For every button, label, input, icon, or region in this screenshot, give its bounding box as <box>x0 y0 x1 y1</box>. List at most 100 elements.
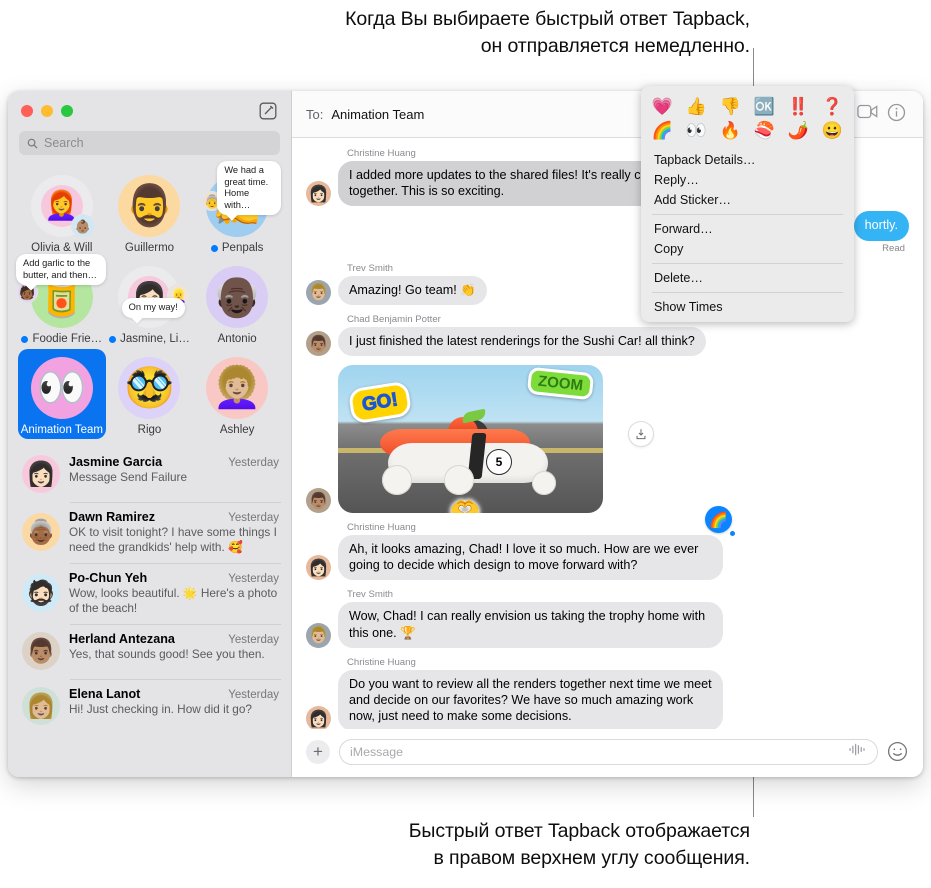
pinned-label: Rigo <box>138 424 162 436</box>
tapback-option-6[interactable]: 😀 <box>820 122 845 139</box>
search-input[interactable]: Search <box>19 131 280 155</box>
context-menu-separator <box>652 292 843 293</box>
info-icon[interactable] <box>887 103 909 125</box>
message-column: Trev Smith Amazing! Go team! 👏 <box>334 262 487 306</box>
tapback-option-5[interactable]: 🌶️ <box>786 122 811 139</box>
wheel-rear <box>532 471 556 496</box>
pinned-conversation-9[interactable]: 👩🏼‍🦱 Ashley <box>193 349 281 439</box>
conversation-timestamp: Yesterday <box>228 689 279 701</box>
conversation-preview: Hi! Just checking in. How did it go? <box>69 702 252 716</box>
audio-waveform-icon[interactable] <box>848 743 867 761</box>
message-image[interactable]: 5 GO! ZOOM 🫶 <box>338 365 603 514</box>
tapback-option-3[interactable]: 👎 <box>718 98 743 115</box>
pinned-conversation-5[interactable]: On my way! 👩🏻 👱‍♀️ Jasmine, Li… <box>106 258 194 345</box>
pinned-label: Guillermo <box>125 242 174 254</box>
pinned-label-text: Ashley <box>219 424 255 436</box>
tapback-option-5[interactable]: ‼️ <box>786 98 811 115</box>
message-avatar: 👨🏼 <box>306 622 331 648</box>
conversation-body: Jasmine Garcia Yesterday Message Send Fail… <box>69 455 279 493</box>
message-bubble[interactable]: I just finished the latest renderings fo… <box>334 326 706 357</box>
save-image-icon[interactable] <box>628 421 654 448</box>
tapback-option-4[interactable]: 🍣 <box>752 122 777 139</box>
message-column: 5 GO! ZOOM 🫶 <box>338 365 654 514</box>
incoming-message[interactable]: 👩🏻 Christine Huang Ah, it looks amazing, C… <box>306 506 909 581</box>
search-placeholder: Search <box>44 136 84 150</box>
message-bubble[interactable]: Wow, Chad! I can really envision us taki… <box>334 602 723 649</box>
annotation-bottom: Быстрый ответ Tapback отображается в пра… <box>60 818 750 872</box>
message-avatar: 👩🏻 <box>306 181 331 207</box>
pinned-avatar: 👴🏿 <box>206 266 269 328</box>
pinned-label-text: Jasmine, Li… <box>120 333 190 345</box>
conversation-row[interactable]: 👩🏻 Jasmine Garcia Yesterday Message Send Fa… <box>8 447 291 502</box>
incoming-message[interactable]: 👨🏽 5 GO! ZOOM 🫶 <box>306 365 909 514</box>
conversation-row[interactable]: 👨🏽 Herland Antezana Yesterday Yes, that sou… <box>8 624 291 679</box>
context-menu-item[interactable]: Tapback Details… <box>641 150 854 170</box>
pinned-conversation-2[interactable]: 🧔‍♂️ Guillermo <box>106 167 194 254</box>
message-sender: Christine Huang <box>347 522 416 534</box>
conversation-name: Jasmine Garcia <box>69 455 163 469</box>
pinned-conversation-6[interactable]: 👴🏿 Antonio <box>193 258 281 345</box>
pinned-conversation-8[interactable]: 🥸 Rigo <box>106 349 194 439</box>
facetime-video-icon[interactable] <box>857 103 879 125</box>
conversation-row[interactable]: 👩🏼 Elena Lanot Yesterday Hi! Just checking … <box>8 679 291 734</box>
context-menu-item[interactable]: Forward… <box>641 219 854 239</box>
sticker-zoom[interactable]: ZOOM <box>526 366 595 401</box>
pinned-label: Ashley <box>220 424 255 436</box>
message-column: Christine Huang Do you want to review all… <box>334 657 723 729</box>
sticker-hands[interactable]: 🫶 <box>450 496 480 513</box>
pinned-conversation-1[interactable]: 👩‍🦰 👶🏽 Olivia & Will <box>18 167 106 254</box>
conversation-name: Dawn Ramirez <box>69 510 156 524</box>
tapback-option-6[interactable]: ❓ <box>820 98 845 115</box>
tapback-option-3[interactable]: 🔥 <box>718 122 743 139</box>
tapback-option-4[interactable]: 🆗 <box>752 98 777 115</box>
tapback-option-2[interactable]: 👍 <box>684 98 709 115</box>
pinned-conversation-7[interactable]: 👀 Animation Team <box>18 349 106 439</box>
conversation-row[interactable]: 👵🏾 Dawn Ramirez Yesterday OK to visit tonig… <box>8 502 291 563</box>
context-menu-item[interactable]: Add Sticker… <box>641 190 854 210</box>
tapback-option-2[interactable]: 👀 <box>684 122 709 139</box>
pinned-avatar: 🧔‍♂️ <box>118 175 181 237</box>
tapback-option-1[interactable]: 💗 <box>650 98 675 115</box>
compose-icon[interactable] <box>259 102 277 120</box>
zoom-button[interactable] <box>61 105 73 117</box>
message-avatar: 👨🏼 <box>306 279 331 305</box>
message-bubble[interactable]: Do you want to review all the renders to… <box>334 669 723 729</box>
conversation-name: Elena Lanot <box>69 687 141 701</box>
conversation-preview: OK to visit tonight? I have some things … <box>69 525 277 554</box>
pinned-avatar: 🥸 <box>118 357 181 419</box>
pinned-label: Jasmine, Li… <box>109 333 190 345</box>
context-menu-item[interactable]: Delete… <box>641 268 854 288</box>
incoming-message[interactable]: 👨🏼 Trev Smith Wow, Chad! I can really envi… <box>306 589 909 649</box>
annotation-top-line1: Когда Вы выбираете быстрый ответ Tapback… <box>345 8 750 30</box>
message-bubble[interactable]: Ah, it looks amazing, Chad! I love it so… <box>334 535 723 581</box>
message-bubble[interactable]: hortly. <box>853 211 909 241</box>
incoming-message[interactable]: 👩🏻 Christine Huang Do you want to review a… <box>306 657 909 729</box>
context-menu-item[interactable]: Show Times <box>641 297 854 317</box>
pinned-conversation-4[interactable]: Add garlic to the butter, and then… 🥫 🧑🏾 Fo… <box>16 254 106 345</box>
pinned-conversation-3[interactable]: We had a great time. Home with…✍️👵Penpal… <box>193 161 281 254</box>
message-sender: Trev Smith <box>347 262 394 274</box>
context-menu-separator <box>652 214 843 215</box>
context-menu-item[interactable]: Copy <box>641 239 854 259</box>
message-avatar: 👨🏽 <box>306 488 331 514</box>
search-icon <box>27 138 38 149</box>
message-bubble[interactable]: Amazing! Go team! 👏 <box>334 275 487 306</box>
minimize-button[interactable] <box>41 105 53 117</box>
recipient-name[interactable]: Animation Team <box>331 107 424 122</box>
conversation-body: Dawn Ramirez Yesterday OK to visit tonight… <box>69 510 279 554</box>
add-attachment-button[interactable]: + <box>306 740 330 764</box>
annotation-top-line2: он отправляется немедленно. <box>480 35 750 57</box>
tapback-badge[interactable]: 🌈 <box>705 506 735 537</box>
pinned-label: Antonio <box>218 333 257 345</box>
conversation-avatar: 👨🏽 <box>22 632 60 670</box>
pinned-label: Foodie Frie… <box>21 333 102 345</box>
pinned-label-text: Guillermo <box>124 242 175 254</box>
conversation-row[interactable]: 🧔🏻 Po-Chun Yeh Yesterday Wow, looks beautif… <box>8 563 291 624</box>
message-status: Read <box>882 242 905 254</box>
message-input[interactable]: iMessage <box>339 739 878 765</box>
close-button[interactable] <box>21 105 33 117</box>
emoji-picker-icon[interactable] <box>887 741 909 763</box>
tapback-option-1[interactable]: 🌈 <box>650 122 675 139</box>
pinned-label-text: Penpals <box>221 242 264 254</box>
context-menu-item[interactable]: Reply… <box>641 170 854 190</box>
